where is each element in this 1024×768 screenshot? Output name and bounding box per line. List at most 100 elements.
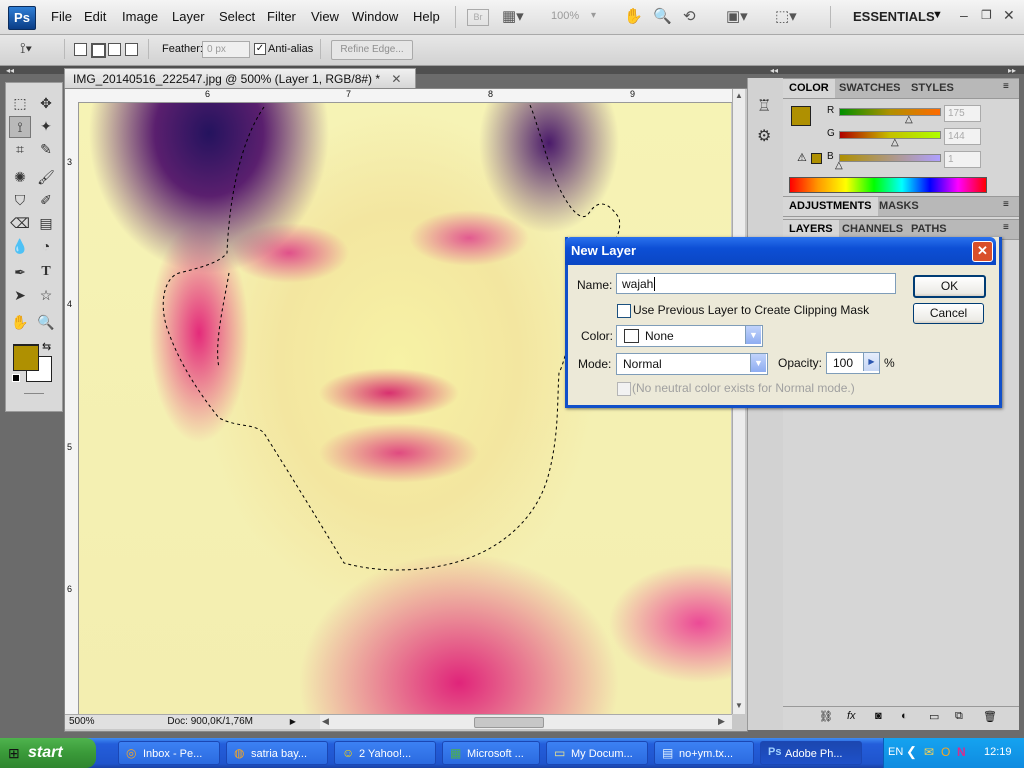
close-tab-icon[interactable]: ✕ bbox=[391, 72, 401, 86]
refine-edge-button[interactable]: Refine Edge... bbox=[331, 40, 413, 60]
gamut-swatch[interactable] bbox=[811, 153, 822, 164]
neutral-color-checkbox[interactable] bbox=[617, 382, 631, 396]
polygonal-lasso-icon[interactable]: ⟟▾ bbox=[20, 40, 32, 57]
ruler-horizontal[interactable]: 6 7 8 9 bbox=[65, 89, 732, 103]
history-panel-icon[interactable]: ♖ bbox=[757, 96, 771, 116]
red-slider-thumb[interactable]: △ bbox=[905, 114, 913, 125]
dodge-tool-icon[interactable]: ◔ bbox=[36, 236, 56, 256]
scroll-thumb[interactable] bbox=[474, 717, 544, 728]
eraser-tool-icon[interactable]: ⌫ bbox=[10, 213, 30, 233]
pen-tool-icon[interactable]: ✒ bbox=[10, 262, 30, 282]
tab-styles[interactable]: STYLES bbox=[905, 79, 960, 98]
document-tab[interactable]: IMG_20140516_222547.jpg @ 500% (Layer 1,… bbox=[64, 68, 416, 88]
green-slider-thumb[interactable]: △ bbox=[891, 137, 899, 148]
gradient-tool-icon[interactable]: ▤ bbox=[36, 213, 56, 233]
menu-select[interactable]: Select bbox=[219, 9, 255, 24]
scroll-left-icon[interactable]: ◀ bbox=[322, 716, 329, 727]
add-to-selection-icon[interactable] bbox=[91, 43, 106, 58]
scroll-down-icon[interactable]: ▼ bbox=[735, 701, 743, 710]
out-of-gamut-warning-icon[interactable]: ⚠ bbox=[797, 151, 807, 164]
tray-expand-icon[interactable]: ❮ bbox=[906, 744, 917, 760]
shape-tool-icon[interactable]: ☆ bbox=[36, 285, 56, 305]
scroll-right-icon[interactable]: ▶ bbox=[718, 716, 725, 727]
subtract-from-selection-icon[interactable] bbox=[108, 43, 121, 56]
zoom-level-dropdown[interactable]: 100% bbox=[551, 10, 579, 22]
mode-select[interactable]: Normal ▼ bbox=[616, 353, 768, 375]
panel-menu-icon[interactable]: ≡ bbox=[1003, 199, 1009, 210]
link-layers-icon[interactable]: ⛓ bbox=[819, 710, 833, 723]
bridge-icon[interactable]: Br bbox=[467, 9, 489, 26]
green-slider[interactable] bbox=[839, 131, 941, 139]
tab-adjustments[interactable]: ADJUSTMENTS bbox=[783, 197, 878, 216]
menu-edit[interactable]: Edit bbox=[84, 9, 106, 24]
brush-tool-icon[interactable]: 🖌 bbox=[36, 167, 56, 187]
menu-help[interactable]: Help bbox=[413, 9, 440, 24]
menu-layer[interactable]: Layer bbox=[172, 9, 205, 24]
menu-window[interactable]: Window bbox=[352, 9, 398, 24]
tab-color[interactable]: COLOR bbox=[783, 79, 835, 98]
arrange-documents-icon[interactable]: ▣▾ bbox=[726, 7, 748, 25]
lasso-tool-icon[interactable]: ⟟ bbox=[9, 116, 31, 138]
tab-masks[interactable]: MASKS bbox=[873, 197, 925, 216]
intersect-selection-icon[interactable] bbox=[125, 43, 138, 56]
blue-slider[interactable] bbox=[839, 154, 941, 162]
restore-icon[interactable]: ❐ bbox=[981, 8, 992, 22]
dialog-close-icon[interactable]: ✕ bbox=[972, 241, 993, 262]
zoom-readout[interactable]: 500% bbox=[69, 716, 95, 727]
color-spectrum-bar[interactable] bbox=[789, 177, 987, 193]
image-canvas[interactable] bbox=[79, 103, 731, 714]
menu-filter[interactable]: Filter bbox=[267, 9, 296, 24]
tray-app-icon[interactable]: ✉ bbox=[924, 745, 934, 759]
hand-tool-icon[interactable]: ✋ bbox=[10, 312, 30, 332]
chevron-down-icon[interactable]: ▼ bbox=[745, 326, 761, 344]
screen-mode-icon[interactable]: ⬚▾ bbox=[775, 7, 797, 25]
crop-tool-icon[interactable]: ⌗ bbox=[10, 139, 30, 159]
opacity-slider-arrow-icon[interactable]: ▶ bbox=[863, 353, 879, 371]
color-select[interactable]: None ▼ bbox=[616, 325, 763, 347]
new-layer-icon[interactable]: ⧉ bbox=[955, 710, 963, 723]
type-tool-icon[interactable]: T bbox=[36, 262, 56, 282]
zoom-tool-icon[interactable]: 🔍 bbox=[653, 7, 672, 25]
default-colors-icon[interactable] bbox=[12, 374, 20, 382]
status-menu-icon[interactable]: ▶ bbox=[290, 717, 296, 726]
rotate-view-icon[interactable]: ⟲ bbox=[683, 7, 696, 25]
panel-menu-icon[interactable]: ≡ bbox=[1003, 81, 1009, 92]
horizontal-scrollbar[interactable]: ◀ ▶ bbox=[320, 714, 732, 729]
workspace-switcher[interactable]: ESSENTIALS bbox=[853, 9, 935, 24]
ok-button[interactable]: OK bbox=[913, 275, 986, 298]
hand-tool-icon[interactable]: ✋ bbox=[624, 7, 643, 25]
cancel-button[interactable]: Cancel bbox=[913, 303, 984, 324]
add-mask-icon[interactable]: ◙ bbox=[875, 710, 882, 722]
foreground-color-chip[interactable] bbox=[13, 345, 39, 371]
opacity-input[interactable]: 100 ▶ bbox=[826, 352, 880, 374]
new-group-icon[interactable]: ▭ bbox=[929, 710, 939, 723]
menu-view[interactable]: View bbox=[311, 9, 339, 24]
clone-stamp-icon[interactable]: ⛉ bbox=[10, 190, 30, 210]
clock[interactable]: 12:19 bbox=[984, 746, 1012, 758]
new-selection-icon[interactable] bbox=[74, 43, 87, 56]
history-brush-icon[interactable]: ✐ bbox=[36, 190, 56, 210]
blur-tool-icon[interactable]: 💧 bbox=[10, 236, 30, 256]
ruler-vertical[interactable]: 3 4 5 6 bbox=[65, 102, 79, 714]
red-slider[interactable] bbox=[839, 108, 941, 116]
feather-input[interactable]: 0 px bbox=[202, 41, 250, 58]
view-extras-icon[interactable]: ▦▾ bbox=[502, 7, 524, 25]
delete-layer-icon[interactable]: 🗑 bbox=[983, 710, 997, 723]
eyedropper-tool-icon[interactable]: ✎ bbox=[36, 139, 56, 159]
tab-swatches[interactable]: SWATCHES bbox=[833, 79, 907, 98]
onenote-tray-icon[interactable]: N bbox=[957, 745, 966, 759]
color-panel-foreground[interactable] bbox=[791, 106, 811, 126]
adjustment-layer-icon[interactable]: ◐ bbox=[901, 710, 908, 722]
marquee-tool-icon[interactable]: ⬚ bbox=[10, 93, 30, 113]
actions-panel-icon[interactable]: ⚙ bbox=[757, 126, 771, 146]
language-indicator[interactable]: EN bbox=[888, 746, 903, 758]
expand-panels-icon[interactable]: ▸▸ bbox=[1008, 66, 1016, 75]
anti-alias-checkbox[interactable]: ✓ bbox=[254, 43, 266, 55]
red-value-field[interactable]: 175 bbox=[944, 105, 981, 122]
path-selection-icon[interactable]: ➤ bbox=[10, 285, 30, 305]
blue-slider-thumb[interactable]: △ bbox=[835, 160, 843, 171]
blue-value-field[interactable]: 1 bbox=[944, 151, 981, 168]
chevron-down-icon[interactable]: ▼ bbox=[750, 354, 766, 372]
close-icon[interactable]: ✕ bbox=[1003, 7, 1015, 24]
move-tool-icon[interactable]: ✥ bbox=[36, 93, 56, 113]
